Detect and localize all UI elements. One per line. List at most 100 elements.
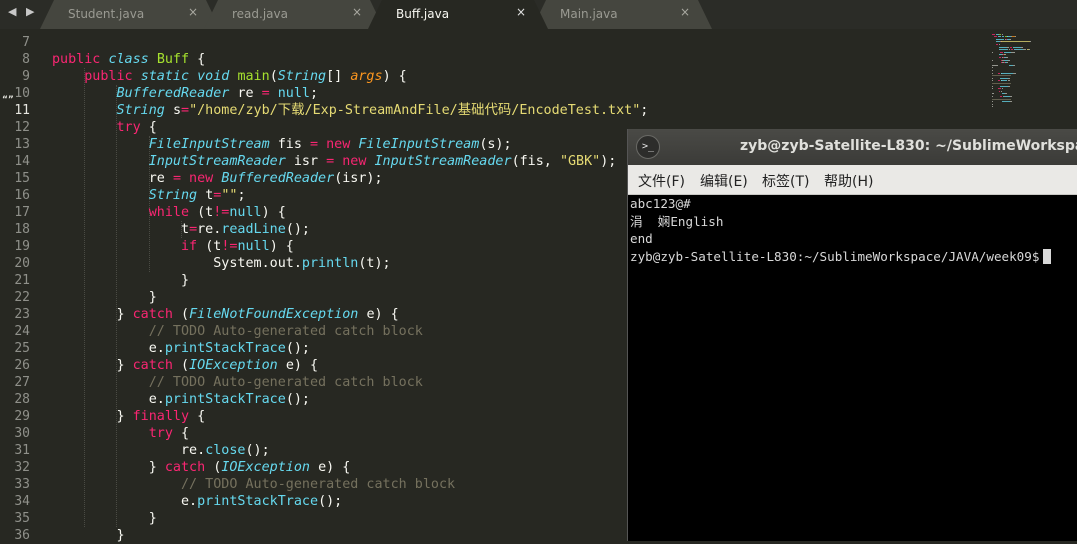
line-number-gutter: 7 8 9 10 11 12 13 14 15 16 17 18 19 20 21 22 23 24 25 26 27 2… <box>0 29 44 543</box>
minimap-stroke <box>992 106 993 108</box>
line-number: 25 <box>14 341 30 356</box>
minimap-stroke <box>992 77 994 79</box>
code-token: FileInputStream <box>148 137 278 152</box>
line-number: 31 <box>14 443 30 458</box>
close-icon[interactable]: × <box>188 5 198 19</box>
minimap-stroke <box>992 85 994 87</box>
tab-buff-java[interactable]: Buff.java × <box>368 0 548 29</box>
code-token: isr <box>293 154 327 169</box>
line-number: 17 <box>14 205 30 220</box>
code-token: null <box>237 239 270 254</box>
minimap-stroke <box>1029 49 1031 51</box>
menu-tabs[interactable]: 标签(T) <box>762 171 809 191</box>
code-token: String <box>148 188 206 203</box>
menu-edit[interactable]: 编辑(E) <box>700 171 748 191</box>
line-number: 36 <box>14 528 30 543</box>
code-token: ) { <box>269 239 294 254</box>
minimap-stroke <box>1001 80 1008 82</box>
code-token: = new <box>310 137 359 152</box>
code-token: FileInputStream <box>358 137 480 152</box>
tab-main-java[interactable]: Main.java × <box>532 0 712 29</box>
code-token: } <box>52 290 157 305</box>
close-icon[interactable]: × <box>680 5 690 19</box>
terminal-cursor <box>1043 248 1052 264</box>
terminal-output[interactable]: abc123@# 涓 娴English end zyb@zyb-Satellit… <box>630 195 1070 265</box>
minimap[interactable] <box>992 29 1072 119</box>
code-token: } <box>52 511 157 526</box>
code-token: try <box>148 426 181 441</box>
line-number: 12 <box>14 120 30 135</box>
code-line: e.printStackTrace(); <box>52 340 310 357</box>
code-token: ( <box>269 69 278 84</box>
minimap-stroke <box>998 46 1007 48</box>
code-line: e.printStackTrace(); <box>52 493 342 510</box>
code-token: e. <box>52 494 198 509</box>
code-token: try <box>116 120 149 135</box>
minimap-stroke <box>992 75 1011 77</box>
code-line: re.close(); <box>52 442 270 459</box>
code-line: e.printStackTrace(); <box>52 391 310 408</box>
code-token: // TODO Auto-generated catch block <box>52 324 423 339</box>
code-editor[interactable]: public class Buff { public static void m… <box>52 29 648 544</box>
close-icon[interactable]: × <box>352 5 362 19</box>
code-token: fis <box>277 137 310 152</box>
code-token: ( <box>181 358 190 373</box>
minimap-stroke <box>1001 101 1011 103</box>
code-token: = new <box>172 171 222 186</box>
code-token: readLine <box>221 222 286 237</box>
line-number: 21 <box>14 273 30 288</box>
code-token: printStackTrace <box>197 494 319 509</box>
tab-label: read.java <box>232 7 288 21</box>
minimap-stroke <box>1014 49 1024 51</box>
minimap-stroke <box>992 59 993 61</box>
code-token: null <box>277 86 310 101</box>
tab-nav-arrows-icon[interactable]: ◀ ▶ <box>8 5 37 18</box>
code-token: InputStreamReader <box>148 154 294 169</box>
code-line: } <box>52 272 189 289</box>
minimap-stroke <box>992 93 994 95</box>
minimap-stroke <box>996 41 1000 43</box>
minimap-stroke <box>1010 96 1013 97</box>
code-token: close <box>205 443 246 458</box>
code-token: e. <box>52 392 165 407</box>
code-token: printStackTrace <box>164 392 286 407</box>
code-token: } <box>52 409 133 424</box>
line-number: 20 <box>14 256 30 271</box>
line-number: 32 <box>14 460 30 475</box>
code-line: try { <box>52 425 189 442</box>
minimap-stroke <box>992 98 1011 100</box>
terminal-window[interactable]: >_ zyb@zyb-Satellite-L830: ~/SublimeWork… <box>627 129 1077 541</box>
tab-read-java[interactable]: read.java × <box>204 0 384 29</box>
code-token: printStackTrace <box>164 341 286 356</box>
line-number: 13 <box>14 137 30 152</box>
tab-bar: ◀ ▶ Student.java × read.java × Main.java… <box>0 0 1077 29</box>
tab-student-java[interactable]: Student.java × <box>40 0 220 29</box>
code-token: ( <box>181 307 190 322</box>
code-token: re <box>237 86 262 101</box>
close-icon[interactable]: × <box>516 5 526 19</box>
code-token: public <box>84 69 141 84</box>
code-token: ) { <box>261 205 286 220</box>
menu-help[interactable]: 帮助(H) <box>824 171 873 191</box>
minimap-stroke <box>994 36 998 38</box>
code-line: } finally { <box>52 408 205 425</box>
line-number: 24 <box>14 324 30 339</box>
code-line: String t=""; <box>52 187 246 204</box>
code-token: main <box>237 69 270 84</box>
minimap-stroke <box>1000 90 1002 92</box>
minimap-stroke <box>992 51 994 53</box>
code-token: = <box>181 103 190 118</box>
code-line: } <box>52 527 124 544</box>
minimap-stroke <box>1005 93 1007 95</box>
code-line: // TODO Auto-generated catch block <box>52 374 423 391</box>
minimap-stroke <box>998 54 1002 56</box>
terminal-titlebar[interactable]: >_ zyb@zyb-Satellite-L830: ~/SublimeWork… <box>628 129 1077 165</box>
menu-file[interactable]: 文件(F) <box>638 171 685 191</box>
terminal-prompt: zyb@zyb-Satellite-L830:~/SublimeWorkspac… <box>630 248 1040 264</box>
minimap-stroke <box>1001 33 1003 35</box>
